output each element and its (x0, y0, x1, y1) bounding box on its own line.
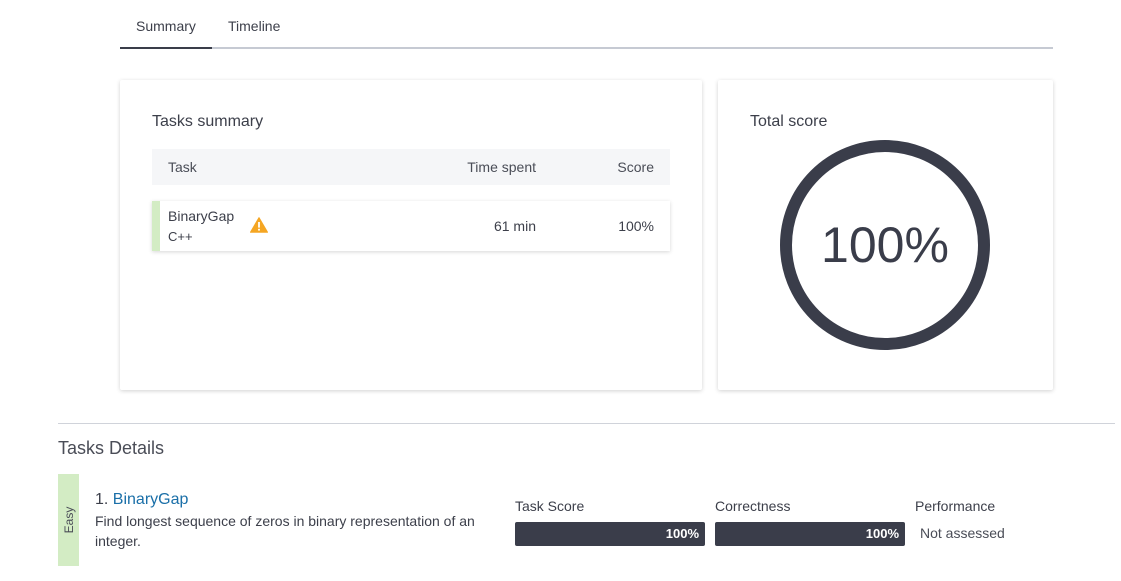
section-divider (58, 423, 1115, 424)
task-number: 1. (95, 491, 109, 508)
task-score: 100% (618, 218, 654, 234)
tab-summary[interactable]: Summary (136, 18, 196, 34)
tab-timeline[interactable]: Timeline (228, 18, 280, 34)
tasks-summary-title: Tasks summary (152, 113, 264, 130)
total-score-title: Total score (750, 113, 828, 130)
correctness-label: Correctness (715, 498, 791, 514)
total-score-value: 100% (821, 217, 949, 273)
active-tab-indicator (120, 47, 212, 49)
header-time-spent: Time spent (467, 159, 536, 175)
difficulty-label: Easy (61, 506, 76, 534)
task-language: C++ (168, 229, 193, 244)
task-time-spent: 61 min (493, 218, 536, 234)
warning-icon[interactable] (250, 217, 268, 233)
correctness-bar: 100% (715, 522, 905, 546)
results-page: Summary Timeline Tasks summary Task Time… (0, 0, 1121, 581)
correctness-value: 100% (865, 526, 899, 541)
tasks-details-title: Tasks Details (58, 438, 165, 458)
task-description: Find longest sequence of zeros in binary… (95, 513, 475, 549)
task-name: BinaryGap (168, 208, 235, 224)
task-detail-heading: 1. BinaryGap (95, 491, 188, 509)
total-score-card: Total score 100% (718, 80, 1053, 390)
task-score-value: 100% (665, 526, 699, 541)
task-score-bar: 100% (515, 522, 705, 546)
task-name-link[interactable]: BinaryGap (113, 491, 189, 508)
header-score: Score (617, 159, 654, 175)
task-score-label: Task Score (515, 498, 585, 514)
performance-label: Performance (915, 498, 996, 514)
tasks-summary-card: Tasks summary Task Time spent Score Bina… (120, 80, 702, 390)
performance-value: Not assessed (920, 525, 1005, 541)
table-row[interactable]: BinaryGap C++ 61 min 100% (152, 201, 670, 251)
tab-bar: Summary Timeline (120, 0, 1053, 49)
tasks-table-header: Task Time spent Score (152, 149, 670, 185)
difficulty-tag: Easy (58, 474, 79, 566)
header-task: Task (168, 159, 197, 175)
